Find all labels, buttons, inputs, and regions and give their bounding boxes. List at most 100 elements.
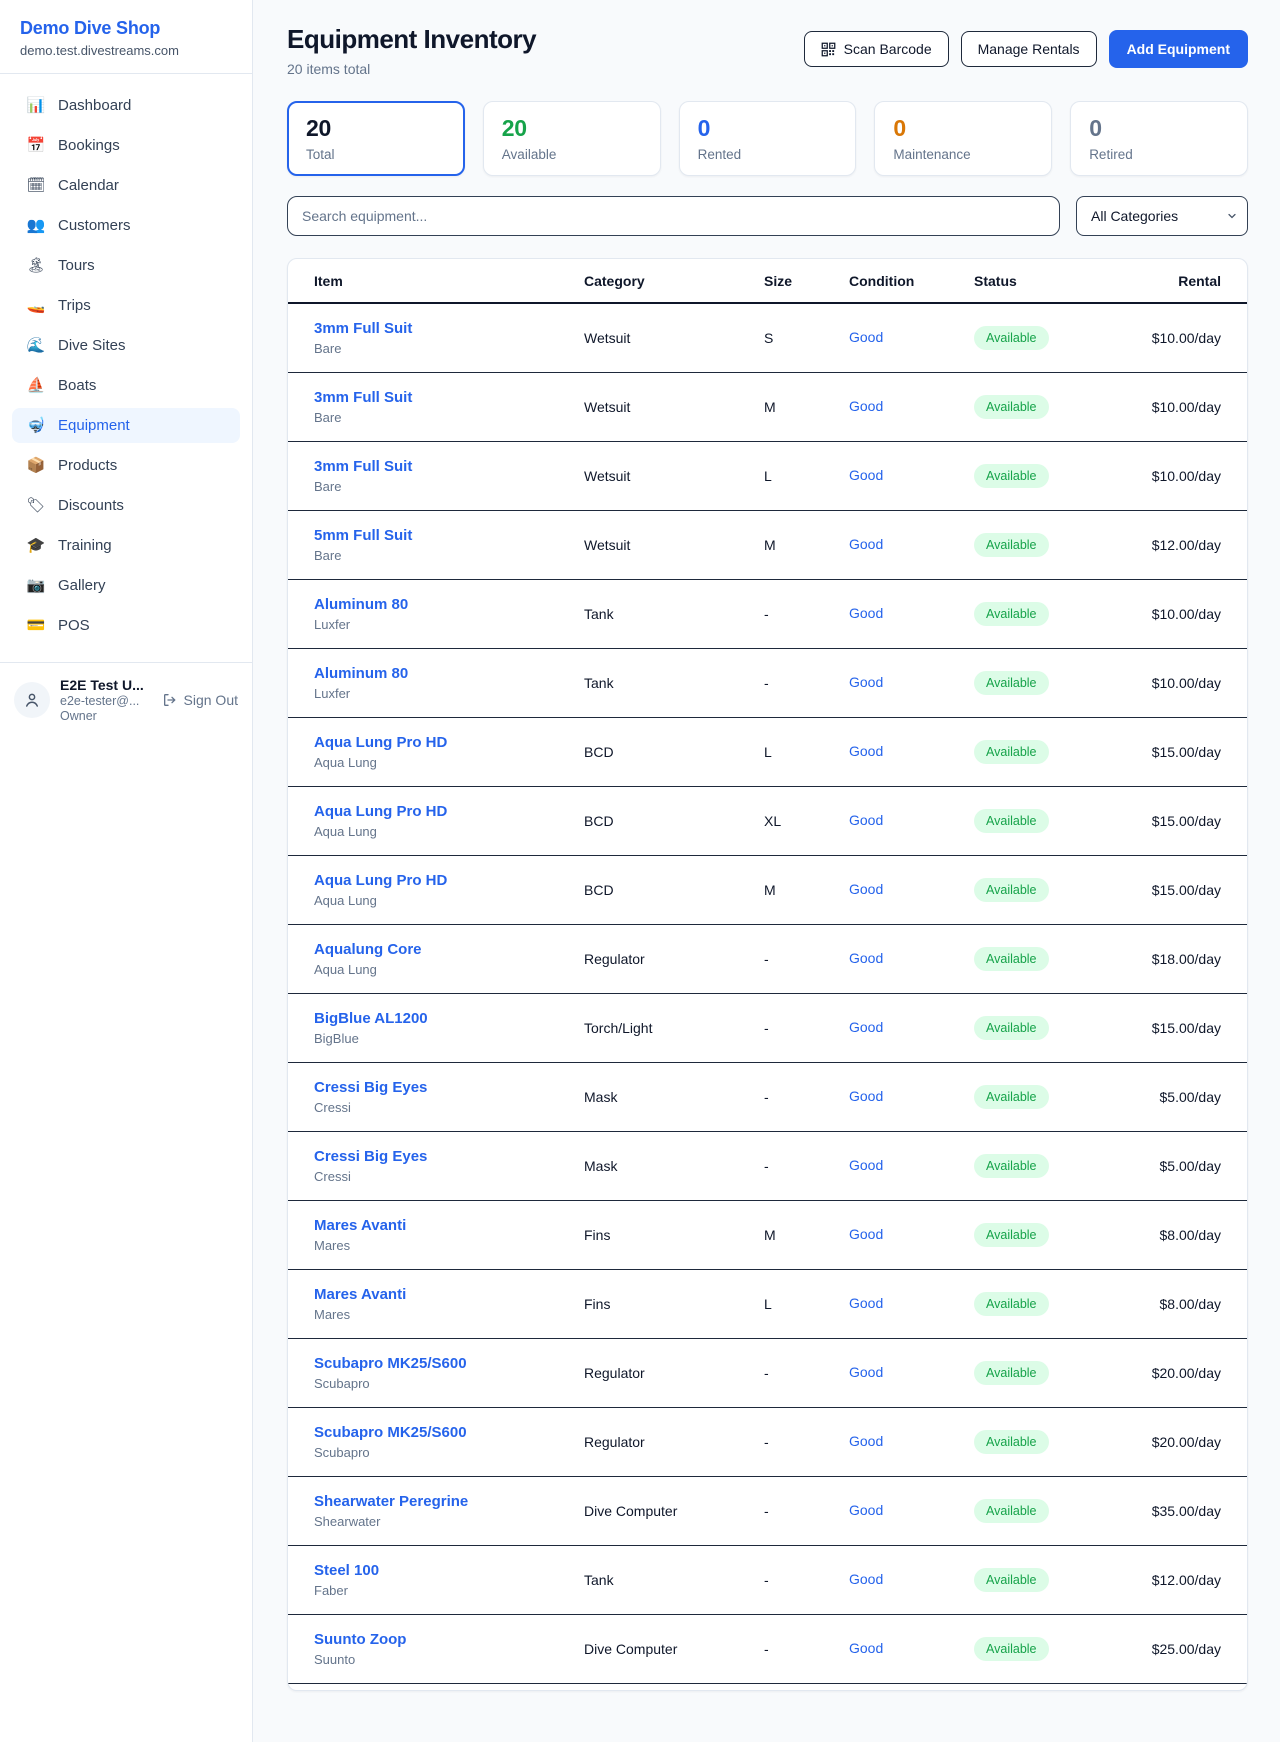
item-link[interactable]: Aluminum 80 <box>314 596 408 613</box>
sidebar: Demo Dive Shop demo.test.divestreams.com… <box>0 0 253 1742</box>
sidebar-item-dashboard[interactable]: 📊 Dashboard <box>12 88 240 123</box>
item-link[interactable]: Cressi Big Eyes <box>314 1079 427 1096</box>
table-row: BigBlue AL1200 BigBlue Torch/Light - Goo… <box>288 994 1247 1063</box>
condition-link[interactable]: Good <box>849 1157 883 1173</box>
sidebar-item-tours[interactable]: 🏝 Tours <box>12 248 240 283</box>
condition-link[interactable]: Good <box>849 1364 883 1380</box>
category-cell: Mask <box>584 1158 764 1174</box>
table-row: 3mm Full Suit Bare Wetsuit S Good Availa… <box>288 304 1247 373</box>
size-cell: - <box>764 1434 849 1450</box>
condition-cell: Good <box>849 1295 974 1313</box>
item-link[interactable]: Scubapro MK25/S600 <box>314 1355 467 1372</box>
item-link[interactable]: Aqualung Core <box>314 941 422 958</box>
condition-link[interactable]: Good <box>849 398 883 414</box>
condition-cell: Good <box>849 1157 974 1175</box>
status-badge: Available <box>974 1568 1049 1592</box>
category-select[interactable]: All Categories <box>1076 196 1248 236</box>
item-link[interactable]: Suunto Zoop <box>314 1631 406 1648</box>
stat-rented[interactable]: 0 Rented <box>679 101 857 176</box>
sidebar-item-training[interactable]: 🎓 Training <box>12 528 240 563</box>
status-cell: Available <box>974 1223 1101 1247</box>
condition-link[interactable]: Good <box>849 812 883 828</box>
item-link[interactable]: Aqua Lung Pro HD <box>314 872 447 889</box>
condition-link[interactable]: Good <box>849 536 883 552</box>
stat-available[interactable]: 20 Available <box>483 101 661 176</box>
size-cell: - <box>764 1158 849 1174</box>
sidebar-item-trips[interactable]: 🚤 Trips <box>12 288 240 323</box>
status-badge: Available <box>974 1637 1049 1661</box>
item-link[interactable]: Aqua Lung Pro HD <box>314 803 447 820</box>
item-link[interactable]: Steel 100 <box>314 1562 379 1579</box>
condition-link[interactable]: Good <box>849 1295 883 1311</box>
status-badge: Available <box>974 1154 1049 1178</box>
stat-maintenance[interactable]: 0 Maintenance <box>874 101 1052 176</box>
item-link[interactable]: Aluminum 80 <box>314 665 408 682</box>
condition-link[interactable]: Good <box>849 1226 883 1242</box>
item-link[interactable]: 3mm Full Suit <box>314 320 412 337</box>
item-link[interactable]: Mares Avanti <box>314 1286 406 1303</box>
sidebar-item-dive-sites[interactable]: 🌊 Dive Sites <box>12 328 240 363</box>
sidebar-item-label: Customers <box>58 217 131 234</box>
sidebar-item-products[interactable]: 📦 Products <box>12 448 240 483</box>
manage-rentals-button[interactable]: Manage Rentals <box>961 31 1097 67</box>
sidebar-item-calendar[interactable]: 🗓 Calendar <box>12 168 240 203</box>
sidebar-item-boats[interactable]: ⛵ Boats <box>12 368 240 403</box>
item-brand: Luxfer <box>314 617 584 632</box>
rental-cell: $18.00/day <box>1101 951 1221 967</box>
sidebar-item-equipment[interactable]: 🤿 Equipment <box>12 408 240 443</box>
category-select-wrap: All Categories <box>1076 196 1248 236</box>
category-cell: Tank <box>584 606 764 622</box>
stat-value: 0 <box>698 115 838 142</box>
status-badge: Available <box>974 533 1049 557</box>
item-link[interactable]: 3mm Full Suit <box>314 458 412 475</box>
condition-link[interactable]: Good <box>849 881 883 897</box>
condition-link[interactable]: Good <box>849 467 883 483</box>
sidebar-item-label: Equipment <box>58 417 130 434</box>
condition-link[interactable]: Good <box>849 1088 883 1104</box>
condition-link[interactable]: Good <box>849 605 883 621</box>
item-link[interactable]: Shearwater Peregrine <box>314 1493 468 1510</box>
size-cell: L <box>764 744 849 760</box>
item-link[interactable]: Aqua Lung Pro HD <box>314 734 447 751</box>
sidebar-item-discounts[interactable]: 🏷 Discounts <box>12 488 240 523</box>
sidebar-item-gallery[interactable]: 📷 Gallery <box>12 568 240 603</box>
condition-link[interactable]: Good <box>849 743 883 759</box>
item-link[interactable]: BigBlue AL1200 <box>314 1010 428 1027</box>
item-cell: Cressi Big Eyes Cressi <box>314 1148 584 1184</box>
sidebar-item-label: Bookings <box>58 137 120 154</box>
sidebar-nav: 📊 Dashboard 📅 Bookings 🗓 Calendar 👥 Cust… <box>0 74 252 654</box>
condition-cell: Good <box>849 1640 974 1658</box>
sidebar-item-pos[interactable]: 💳 POS <box>12 608 240 643</box>
logout-icon <box>162 692 178 708</box>
stat-total[interactable]: 20 Total <box>287 101 465 176</box>
item-cell: Steel 100 Faber <box>314 1562 584 1598</box>
condition-link[interactable]: Good <box>849 950 883 966</box>
sidebar-item-customers[interactable]: 👥 Customers <box>12 208 240 243</box>
condition-link[interactable]: Good <box>849 1019 883 1035</box>
item-link[interactable]: Mares Avanti <box>314 1217 406 1234</box>
condition-link[interactable]: Good <box>849 674 883 690</box>
tag-icon: 🏷 <box>26 498 46 513</box>
add-equipment-button[interactable]: Add Equipment <box>1109 30 1248 68</box>
condition-link[interactable]: Good <box>849 1571 883 1587</box>
item-link[interactable]: 5mm Full Suit <box>314 527 412 544</box>
search-input[interactable] <box>287 196 1060 236</box>
sign-out-button[interactable]: Sign Out <box>162 692 238 708</box>
sidebar-item-bookings[interactable]: 📅 Bookings <box>12 128 240 163</box>
condition-link[interactable]: Good <box>849 329 883 345</box>
item-link[interactable]: 3mm Full Suit <box>314 389 412 406</box>
condition-link[interactable]: Good <box>849 1640 883 1656</box>
stat-retired[interactable]: 0 Retired <box>1070 101 1248 176</box>
table-row: Mares Avanti Mares Fins M Good Available… <box>288 1201 1247 1270</box>
item-link[interactable]: Cressi Big Eyes <box>314 1148 427 1165</box>
condition-cell: Good <box>849 1226 974 1244</box>
scan-barcode-button[interactable]: Scan Barcode <box>804 31 949 67</box>
condition-link[interactable]: Good <box>849 1433 883 1449</box>
condition-link[interactable]: Good <box>849 1502 883 1518</box>
item-cell: Aqua Lung Pro HD Aqua Lung <box>314 803 584 839</box>
item-link[interactable]: Scubapro MK25/S600 <box>314 1424 467 1441</box>
item-brand: Luxfer <box>314 686 584 701</box>
credit-card-icon: 💳 <box>26 618 46 633</box>
item-cell: Shearwater Peregrine Shearwater <box>314 1493 584 1529</box>
status-cell: Available <box>974 1154 1101 1178</box>
